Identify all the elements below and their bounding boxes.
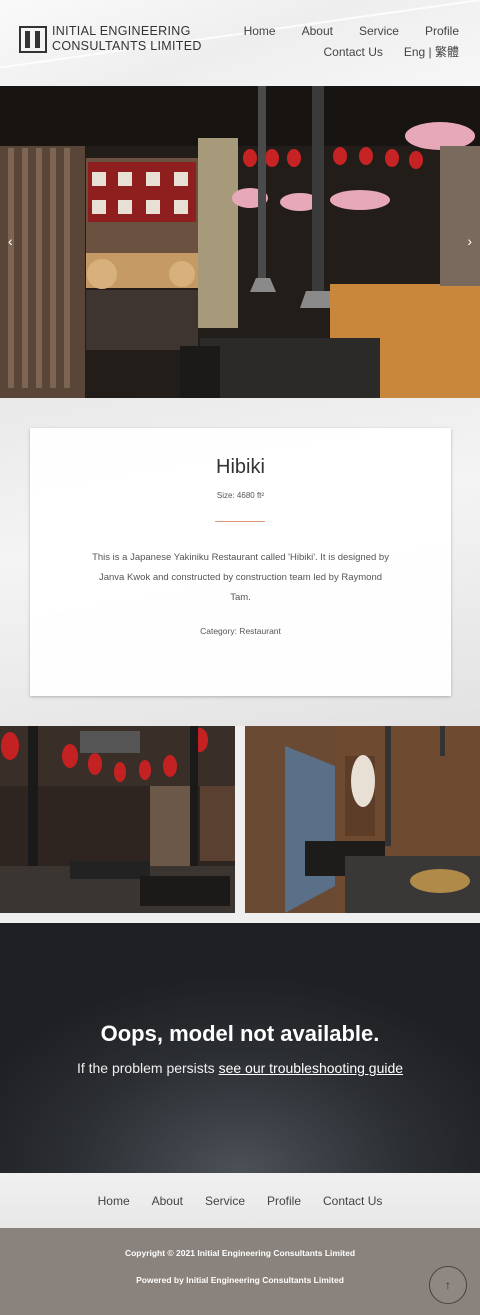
accent-divider xyxy=(215,521,265,522)
troubleshooting-link[interactable]: see our troubleshooting guide xyxy=(219,1060,403,1076)
language-switch[interactable]: Eng | 繁體 xyxy=(404,45,459,59)
powered-by-text: Powered by Initial Engineering Consultan… xyxy=(136,1275,344,1285)
chevron-left-icon[interactable]: ‹ xyxy=(8,233,13,249)
model-error-message: If the problem persists see our troubles… xyxy=(0,1060,480,1076)
project-description: This is a Japanese Yakiniku Restaurant c… xyxy=(92,552,389,603)
main-nav: Home About Service Profile Contact Us En… xyxy=(218,24,459,59)
project-category[interactable]: Category: Restaurant xyxy=(30,626,451,636)
model-error-title: Oops, model not available. xyxy=(100,1021,380,1046)
project-title: Hibiki xyxy=(216,456,265,478)
site-logo[interactable]: INITIAL ENGINEERING CONSULTANTS LIMITED xyxy=(19,24,202,54)
footer-nav-about[interactable]: About xyxy=(152,1194,183,1208)
footer-nav: Home About Service Profile Contact Us xyxy=(0,1173,480,1228)
logo-line1: INITIAL ENGINEERING xyxy=(52,24,191,38)
footer-nav-contact[interactable]: Contact Us xyxy=(323,1194,382,1208)
hero-photo xyxy=(0,86,480,398)
logo-text: INITIAL ENGINEERING CONSULTANTS LIMITED xyxy=(52,24,202,54)
model-error-prefix: If the problem persists xyxy=(76,1060,219,1076)
arrow-up-icon: ↑ xyxy=(445,1278,451,1292)
copyright-text: Copyright © 2021 Initial Engineering Con… xyxy=(124,1248,356,1258)
nav-about[interactable]: About xyxy=(302,24,333,38)
logo-mark-icon xyxy=(19,25,47,53)
copyright-bar: Copyright © 2021 Initial Engineering Con… xyxy=(0,1228,480,1315)
back-to-top-button[interactable]: ↑ xyxy=(429,1266,467,1304)
footer-nav-profile[interactable]: Profile xyxy=(267,1194,301,1208)
project-gallery xyxy=(0,726,480,923)
nav-service[interactable]: Service xyxy=(359,24,399,38)
logo-line2: CONSULTANTS LIMITED xyxy=(52,39,202,53)
chevron-right-icon[interactable]: › xyxy=(467,233,472,249)
gallery-photo-1[interactable] xyxy=(0,726,235,913)
hero-slider: ‹ › xyxy=(0,86,480,398)
nav-home[interactable]: Home xyxy=(244,24,276,38)
project-card: Hibiki Size: 4680 ft² This is a Japanese… xyxy=(30,428,451,696)
site-header: INITIAL ENGINEERING CONSULTANTS LIMITED … xyxy=(0,0,480,86)
model-unavailable-panel: Oops, model not available. If the proble… xyxy=(0,923,480,1173)
gallery-photo-2[interactable] xyxy=(245,726,480,913)
footer-nav-home[interactable]: Home xyxy=(98,1194,130,1208)
project-size: Size: 4680 ft² xyxy=(216,491,265,500)
nav-contact[interactable]: Contact Us xyxy=(324,45,383,59)
footer-nav-service[interactable]: Service xyxy=(205,1194,245,1208)
nav-profile[interactable]: Profile xyxy=(425,24,459,38)
